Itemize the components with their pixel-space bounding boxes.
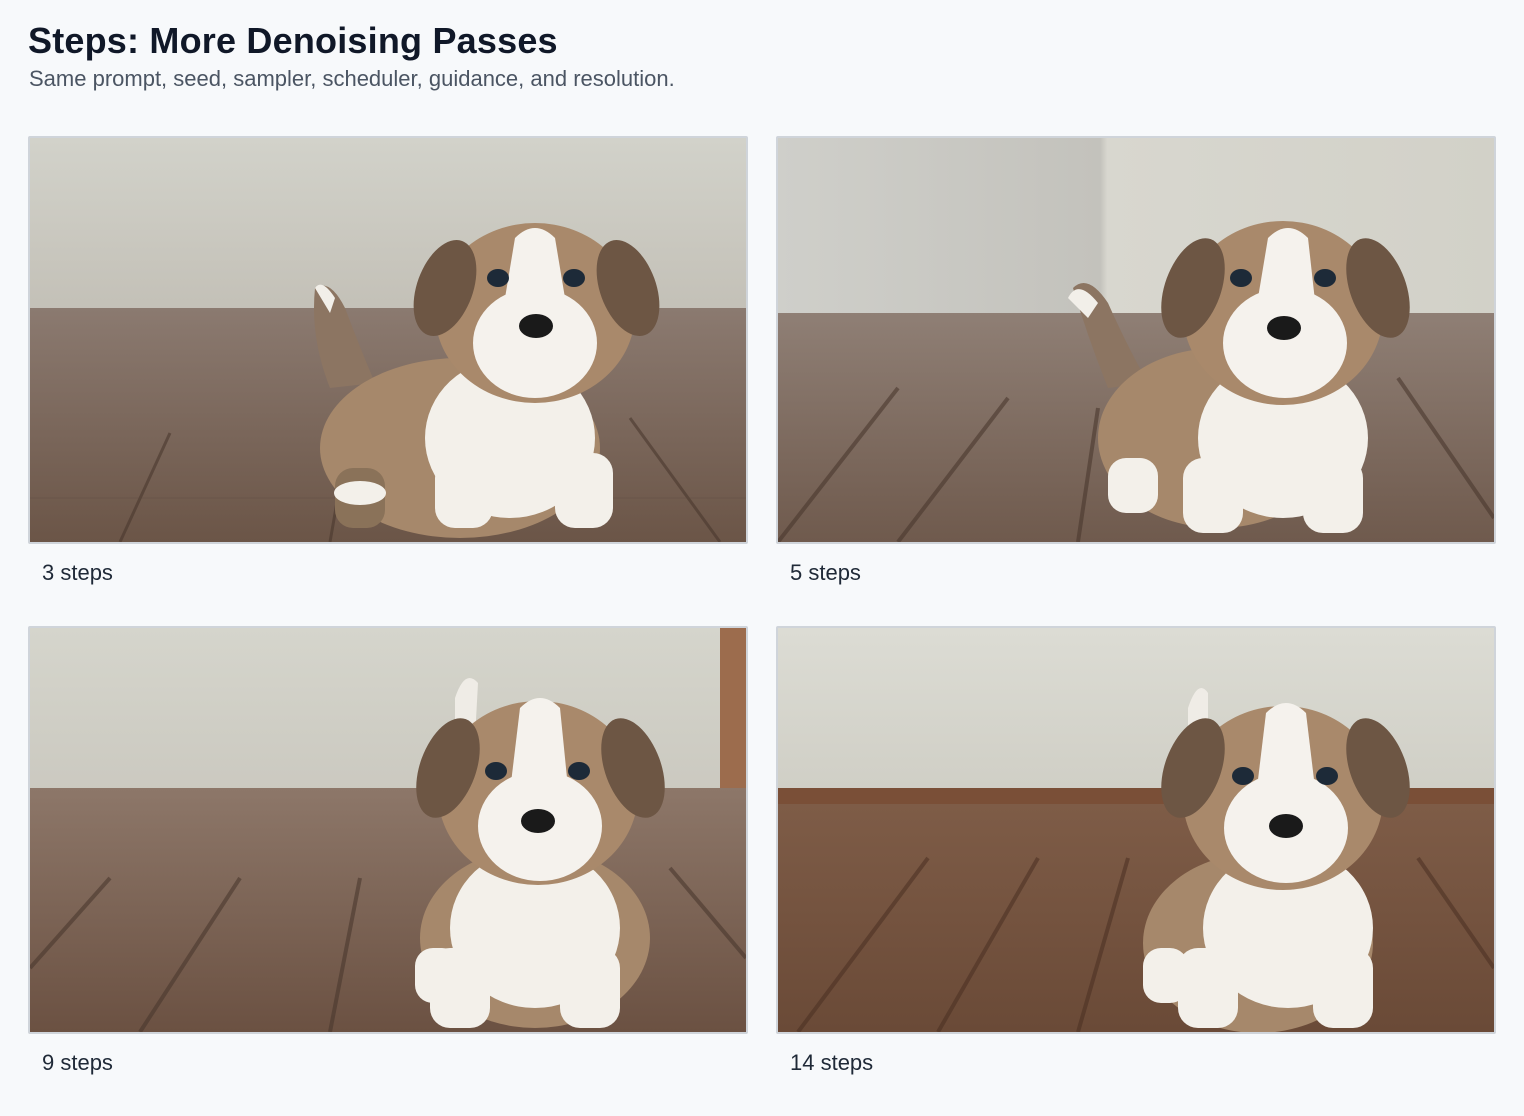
panel-caption: 9 steps — [42, 1050, 113, 1075]
panel-caption: 3 steps — [42, 560, 113, 585]
puppy-image — [778, 138, 1494, 542]
page-subtitle: Same prompt, seed, sampler, scheduler, g… — [29, 66, 675, 91]
panel-3-steps: 3 steps — [28, 136, 748, 586]
comparison-page: Steps: More Denoising Passes Same prompt… — [0, 0, 1524, 1116]
panel-caption: 14 steps — [790, 1050, 874, 1075]
puppy-image — [778, 628, 1494, 1032]
puppy-image-frame — [28, 136, 748, 544]
panel-5-steps: 5 steps — [776, 136, 1496, 586]
panel-9-steps: 9 steps — [28, 626, 748, 1076]
panel-caption: 5 steps — [790, 560, 861, 585]
puppy-image — [30, 138, 746, 542]
puppy-image — [30, 628, 746, 1032]
puppy-image-frame — [776, 136, 1496, 544]
puppy-image-frame — [776, 626, 1496, 1034]
puppy-image-frame — [28, 626, 748, 1034]
page-title: Steps: More Denoising Passes — [28, 20, 558, 61]
panel-14-steps: 14 steps — [776, 626, 1496, 1076]
